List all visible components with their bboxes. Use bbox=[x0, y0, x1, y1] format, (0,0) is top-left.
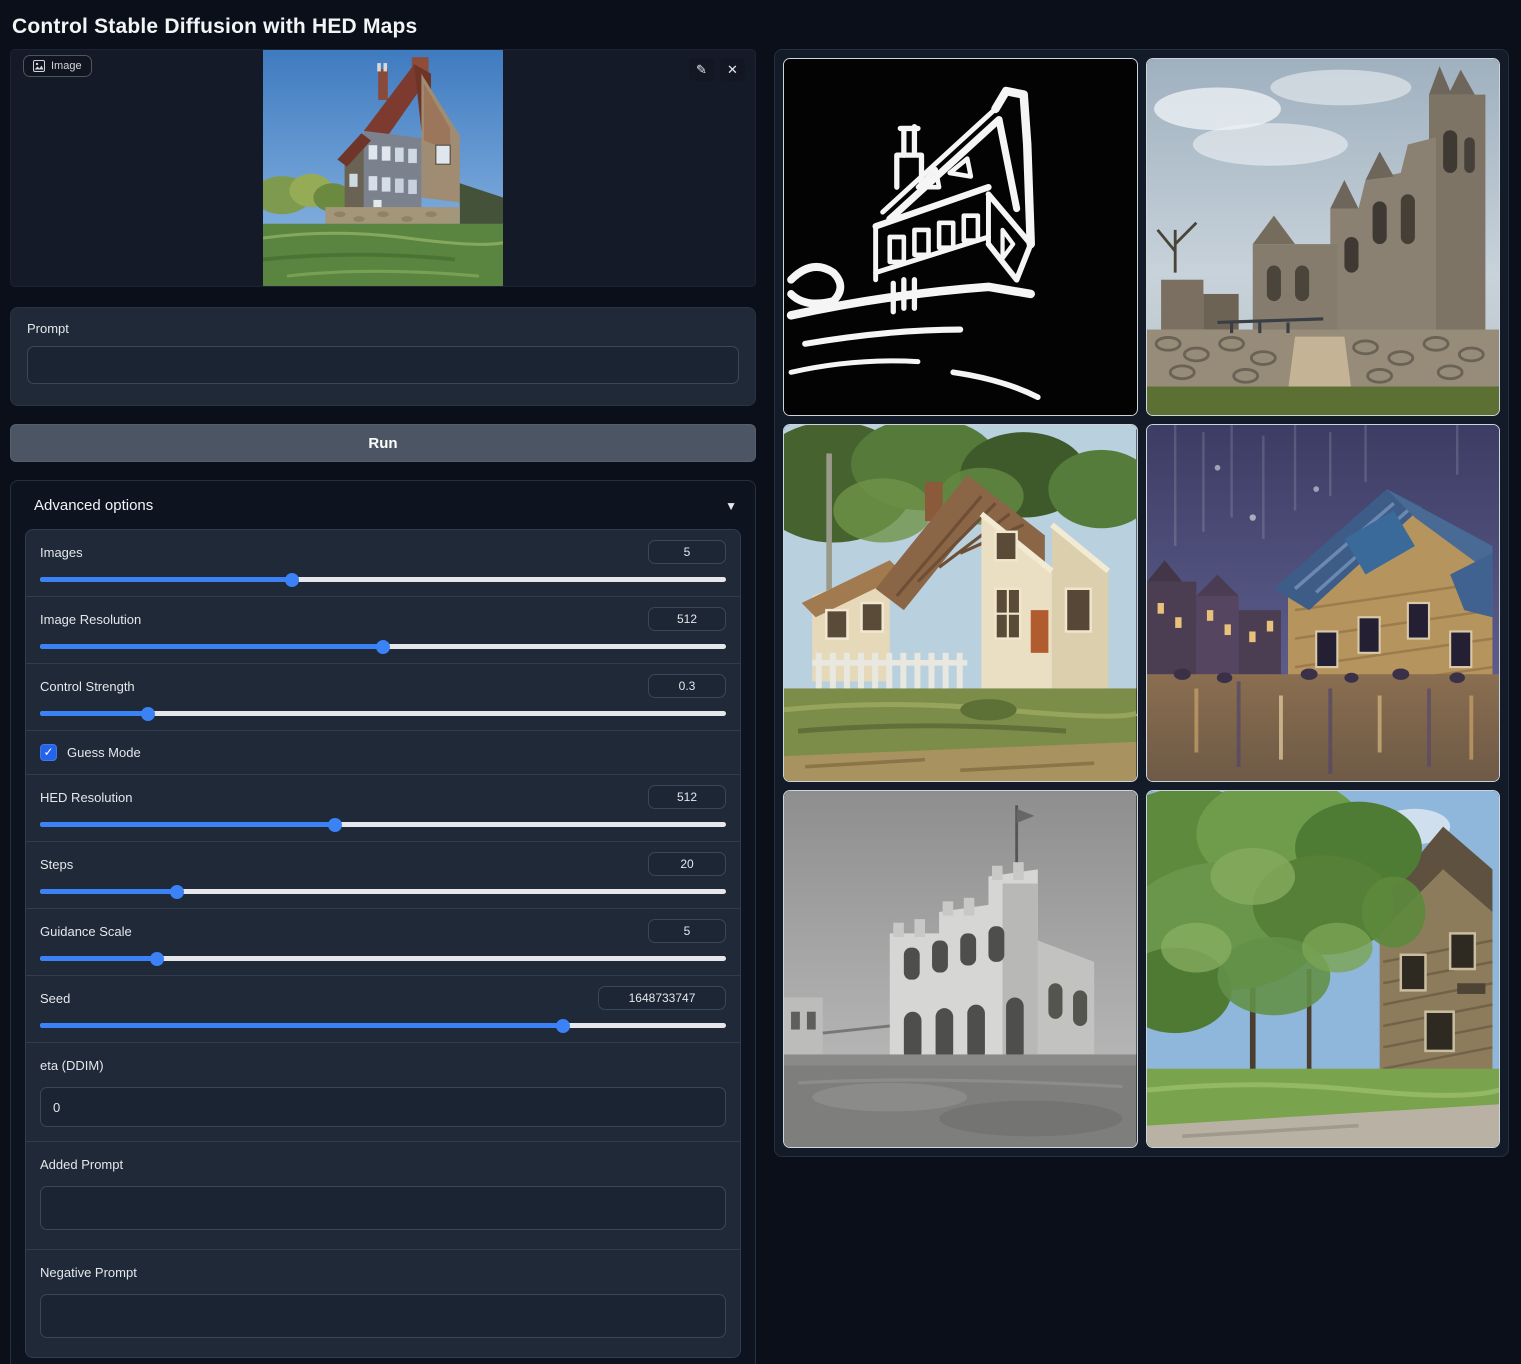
guess-mode-row: ✓ Guess Mode bbox=[26, 731, 740, 775]
main-layout: Image ✎ ✕ bbox=[0, 49, 1521, 1364]
controls-column: Image ✎ ✕ bbox=[10, 49, 756, 1364]
added-prompt-label: Added Prompt bbox=[40, 1157, 123, 1172]
guidance-scale-value-input[interactable] bbox=[648, 919, 726, 943]
image-input-panel[interactable]: Image ✎ ✕ bbox=[10, 49, 756, 287]
gallery-item-cottage-painting[interactable] bbox=[783, 424, 1138, 782]
eta-label: eta (DDIM) bbox=[40, 1058, 104, 1073]
advanced-options-title: Advanced options bbox=[34, 497, 153, 514]
advanced-options-accordion: Advanced options ▼ Images Image Resoluti… bbox=[10, 480, 756, 1364]
hed-resolution-label: HED Resolution bbox=[40, 790, 133, 805]
eta-input[interactable] bbox=[40, 1087, 726, 1127]
images-slider[interactable] bbox=[40, 577, 726, 582]
images-row: Images bbox=[26, 530, 740, 597]
image-input-badge: Image bbox=[23, 55, 92, 77]
clear-image-button[interactable]: ✕ bbox=[720, 58, 745, 81]
image-resolution-row: Image Resolution bbox=[26, 597, 740, 664]
seed-value-input[interactable] bbox=[598, 986, 726, 1010]
house-photo-image bbox=[263, 50, 503, 287]
advanced-options-header[interactable]: Advanced options ▼ bbox=[25, 493, 741, 514]
gallery-item-night-painterly-house[interactable] bbox=[1146, 424, 1501, 782]
hed-edge-map-image bbox=[784, 59, 1137, 415]
images-label: Images bbox=[40, 545, 83, 560]
gallery-item-gothic-cathedral[interactable] bbox=[1146, 58, 1501, 416]
edit-image-button[interactable]: ✎ bbox=[689, 58, 714, 81]
guidance-scale-label: Guidance Scale bbox=[40, 924, 132, 939]
results-column bbox=[774, 49, 1509, 1157]
checkmark-icon: ✓ bbox=[43, 745, 53, 759]
control-strength-row: Control Strength bbox=[26, 664, 740, 731]
images-value-input[interactable] bbox=[648, 540, 726, 564]
hed-resolution-slider-thumb[interactable] bbox=[328, 818, 342, 832]
image-resolution-value-input[interactable] bbox=[648, 607, 726, 631]
added-prompt-row: Added Prompt bbox=[26, 1142, 740, 1250]
output-gallery bbox=[774, 49, 1509, 1157]
negative-prompt-input[interactable] bbox=[40, 1294, 726, 1338]
eta-row: eta (DDIM) bbox=[26, 1043, 740, 1142]
seed-slider[interactable] bbox=[40, 1023, 726, 1028]
guidance-scale-row: Guidance Scale bbox=[26, 909, 740, 976]
cottage-painting-image bbox=[784, 425, 1137, 781]
image-icon bbox=[33, 60, 45, 72]
hed-resolution-slider[interactable] bbox=[40, 822, 726, 827]
guess-mode-checkbox[interactable]: ✓ bbox=[40, 744, 57, 761]
gallery-item-bw-vintage-building[interactable] bbox=[783, 790, 1138, 1148]
images-slider-thumb[interactable] bbox=[285, 573, 299, 587]
image-resolution-label: Image Resolution bbox=[40, 612, 141, 627]
seed-slider-thumb[interactable] bbox=[556, 1019, 570, 1033]
negative-prompt-row: Negative Prompt bbox=[26, 1250, 740, 1357]
control-strength-slider[interactable] bbox=[40, 711, 726, 716]
prompt-input[interactable] bbox=[27, 346, 739, 384]
steps-row: Steps bbox=[26, 842, 740, 909]
steps-slider-thumb[interactable] bbox=[170, 885, 184, 899]
gallery-item-wooden-house-trees[interactable] bbox=[1146, 790, 1501, 1148]
negative-prompt-label: Negative Prompt bbox=[40, 1265, 137, 1280]
image-input-label: Image bbox=[51, 60, 82, 72]
added-prompt-input[interactable] bbox=[40, 1186, 726, 1230]
pencil-icon: ✎ bbox=[696, 62, 707, 78]
gothic-cathedral-image bbox=[1147, 59, 1500, 415]
guidance-scale-slider[interactable] bbox=[40, 956, 726, 961]
advanced-options-group: Images Image Resolution bbox=[25, 529, 741, 1358]
wooden-house-trees-image bbox=[1147, 791, 1500, 1147]
bw-vintage-building-image bbox=[784, 791, 1137, 1147]
steps-value-input[interactable] bbox=[648, 852, 726, 876]
control-strength-label: Control Strength bbox=[40, 679, 135, 694]
prompt-label: Prompt bbox=[27, 321, 739, 336]
steps-label: Steps bbox=[40, 857, 73, 872]
page-title: Control Stable Diffusion with HED Maps bbox=[0, 0, 1521, 49]
run-button[interactable]: Run bbox=[10, 424, 756, 462]
seed-label: Seed bbox=[40, 991, 70, 1006]
guidance-scale-slider-thumb[interactable] bbox=[150, 952, 164, 966]
hed-resolution-value-input[interactable] bbox=[648, 785, 726, 809]
night-painterly-house-image bbox=[1147, 425, 1500, 781]
hed-resolution-row: HED Resolution bbox=[26, 775, 740, 842]
control-strength-slider-thumb[interactable] bbox=[141, 707, 155, 721]
image-resolution-slider-thumb[interactable] bbox=[376, 640, 390, 654]
steps-slider[interactable] bbox=[40, 889, 726, 894]
seed-row: Seed bbox=[26, 976, 740, 1043]
uploaded-house-photo[interactable] bbox=[263, 50, 503, 287]
close-icon: ✕ bbox=[727, 62, 738, 78]
control-strength-value-input[interactable] bbox=[648, 674, 726, 698]
prompt-block: Prompt bbox=[10, 307, 756, 406]
gallery-item-hed-edge-map[interactable] bbox=[783, 58, 1138, 416]
guess-mode-label: Guess Mode bbox=[67, 745, 141, 760]
image-resolution-slider[interactable] bbox=[40, 644, 726, 649]
chevron-down-icon: ▼ bbox=[725, 499, 737, 513]
image-toolbar: ✎ ✕ bbox=[689, 58, 745, 81]
